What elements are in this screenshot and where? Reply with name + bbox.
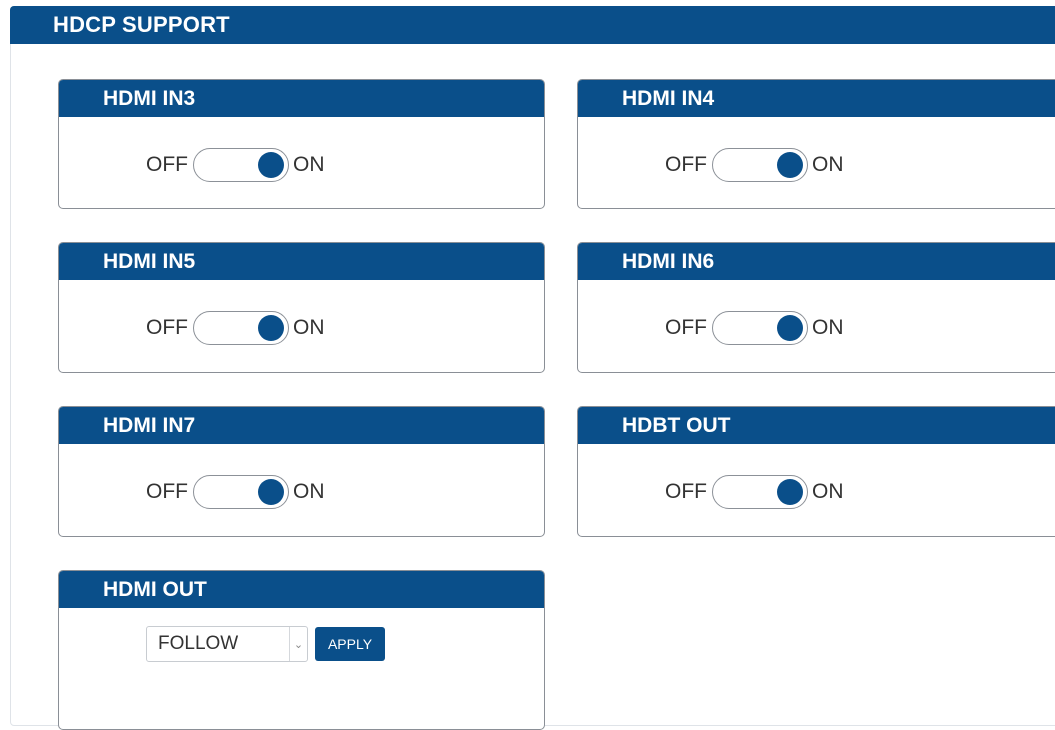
hdcp-toggle-row: OFF ON xyxy=(146,148,325,182)
hdmi-out-mode-select[interactable]: FOLLOW ⌄ xyxy=(146,626,308,662)
hdcp-toggle-row: OFF ON xyxy=(665,148,844,182)
panel-hdmi-in5: HDMI IN5 OFF ON xyxy=(58,242,545,373)
panel-title: HDMI IN7 xyxy=(59,407,544,444)
hdcp-toggle-switch[interactable] xyxy=(193,475,289,509)
panel-title: HDMI IN4 xyxy=(578,80,1055,117)
panel-hdmi-in6: HDMI IN6 OFF ON xyxy=(577,242,1055,373)
panel-title: HDMI OUT xyxy=(59,571,544,608)
toggle-on-label: ON xyxy=(812,153,844,176)
panel-hdmi-in3: HDMI IN3 OFF ON xyxy=(58,79,545,209)
toggle-on-label: ON xyxy=(812,480,844,503)
toggle-off-label: OFF xyxy=(665,153,707,176)
chevron-down-icon: ⌄ xyxy=(289,627,307,661)
toggle-off-label: OFF xyxy=(146,153,188,176)
toggle-on-label: ON xyxy=(293,153,325,176)
toggle-knob xyxy=(777,479,803,505)
panel-title: HDMI IN5 xyxy=(59,243,544,280)
toggle-knob xyxy=(777,315,803,341)
toggle-knob xyxy=(258,152,284,178)
toggle-off-label: OFF xyxy=(665,480,707,503)
select-value: FOLLOW xyxy=(158,633,239,654)
hdcp-toggle-row: OFF ON xyxy=(665,311,844,345)
hdcp-toggle-switch[interactable] xyxy=(193,311,289,345)
hdcp-toggle-switch[interactable] xyxy=(193,148,289,182)
toggle-on-label: ON xyxy=(293,480,325,503)
apply-button[interactable]: APPLY xyxy=(315,627,385,661)
toggle-off-label: OFF xyxy=(665,316,707,339)
panel-title: HDMI IN3 xyxy=(59,80,544,117)
toggle-on-label: ON xyxy=(812,316,844,339)
section-header: HDCP SUPPORT xyxy=(10,6,1055,44)
toggle-knob xyxy=(258,479,284,505)
hdcp-toggle-row: OFF ON xyxy=(146,311,325,345)
panel-hdmi-in7: HDMI IN7 OFF ON xyxy=(58,406,545,537)
panel-hdbt-out: HDBT OUT OFF ON xyxy=(577,406,1055,537)
toggle-on-label: ON xyxy=(293,316,325,339)
panel-hdmi-in4: HDMI IN4 OFF ON xyxy=(577,79,1055,209)
toggle-off-label: OFF xyxy=(146,480,188,503)
toggle-knob xyxy=(258,315,284,341)
toggle-knob xyxy=(777,152,803,178)
hdcp-toggle-switch[interactable] xyxy=(712,311,808,345)
hdcp-toggle-row: OFF ON xyxy=(146,475,325,509)
hdcp-toggle-switch[interactable] xyxy=(712,475,808,509)
hdcp-toggle-switch[interactable] xyxy=(712,148,808,182)
panel-title: HDMI IN6 xyxy=(578,243,1055,280)
toggle-off-label: OFF xyxy=(146,316,188,339)
panel-hdmi-out: HDMI OUT FOLLOW ⌄ APPLY xyxy=(58,570,545,730)
panel-title: HDBT OUT xyxy=(578,407,1055,444)
hdcp-toggle-row: OFF ON xyxy=(665,475,844,509)
